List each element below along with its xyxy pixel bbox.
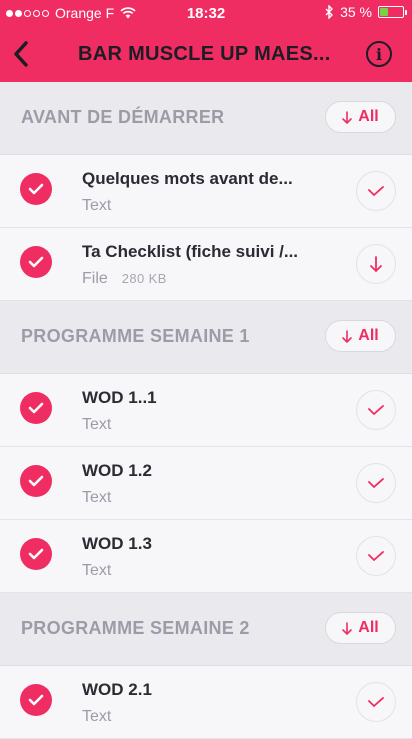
battery-icon [378, 6, 407, 18]
item-title: WOD 2.1 [82, 680, 152, 699]
download-all-button[interactable]: All [325, 320, 396, 352]
download-button[interactable] [356, 244, 396, 284]
item-title: WOD 1..1 [82, 388, 157, 407]
item-title: WOD 1.2 [82, 461, 152, 480]
page-title: BAR MUSCLE UP MAES... [78, 43, 331, 65]
bluetooth-icon [325, 5, 334, 19]
completed-check-icon[interactable] [20, 465, 52, 497]
list-item[interactable]: WOD 1.3 Text [0, 520, 412, 593]
completed-check-icon[interactable] [20, 392, 52, 424]
check-icon [368, 551, 384, 561]
section-header-programme-semaine-1: PROGRAMME SEMAINE 1 All [0, 301, 412, 374]
info-button[interactable]: i [366, 41, 392, 67]
mark-done-button[interactable] [356, 390, 396, 430]
section-title: PROGRAMME SEMAINE 1 [21, 326, 250, 346]
status-bar: Orange F 18:32 35 % [0, 0, 412, 27]
check-icon [368, 186, 384, 196]
section-header-avant-de-demarrer: AVANT DE DÉMARRER All [0, 82, 412, 155]
mark-done-button[interactable] [356, 682, 396, 722]
download-all-button[interactable]: All [325, 612, 396, 644]
check-icon [368, 478, 384, 488]
completed-check-icon[interactable] [20, 538, 52, 570]
all-label: All [358, 619, 379, 636]
section-title: PROGRAMME SEMAINE 2 [21, 618, 250, 638]
list-item[interactable]: WOD 1.2 Text [0, 447, 412, 520]
section-header-programme-semaine-2: PROGRAMME SEMAINE 2 All [0, 593, 412, 666]
item-type: Text [82, 416, 112, 433]
battery-percent: 35 % [340, 4, 372, 20]
section-title: AVANT DE DÉMARRER [21, 107, 225, 127]
mark-done-button[interactable] [356, 171, 396, 211]
item-title: Ta Checklist (fiche suivi /... [82, 242, 299, 261]
check-icon [368, 405, 384, 415]
mark-done-button[interactable] [356, 463, 396, 503]
list-item[interactable]: Quelques mots avant de... Text [0, 155, 412, 228]
item-title: WOD 1.3 [82, 534, 152, 553]
item-type: Text [82, 708, 112, 725]
download-all-button[interactable]: All [325, 101, 396, 133]
chevron-left-icon [14, 41, 28, 67]
arrow-down-icon [342, 329, 353, 343]
check-icon [368, 697, 384, 707]
item-type: Text [82, 489, 112, 506]
mark-done-button[interactable] [356, 536, 396, 576]
item-type: Text [82, 197, 112, 214]
back-button[interactable] [6, 38, 36, 70]
download-icon [370, 256, 382, 272]
info-icon: i [375, 44, 383, 64]
completed-check-icon[interactable] [20, 173, 52, 205]
battery-level [380, 8, 388, 16]
completed-check-icon[interactable] [20, 684, 52, 716]
list-item[interactable]: WOD 1..1 Text [0, 374, 412, 447]
list-item[interactable]: Ta Checklist (fiche suivi /... File 280 … [0, 228, 412, 301]
all-label: All [358, 327, 379, 344]
all-label: All [358, 108, 379, 125]
list-item[interactable]: WOD 2.1 Text [0, 666, 412, 739]
item-type: Text [82, 562, 112, 579]
item-type: File [82, 270, 108, 287]
navigation-bar: BAR MUSCLE UP MAES... i [0, 27, 412, 82]
item-title: Quelques mots avant de... [82, 169, 293, 188]
arrow-down-icon [342, 621, 353, 635]
completed-check-icon[interactable] [20, 246, 52, 278]
arrow-down-icon [342, 110, 353, 124]
file-size: 280 KB [121, 271, 167, 286]
